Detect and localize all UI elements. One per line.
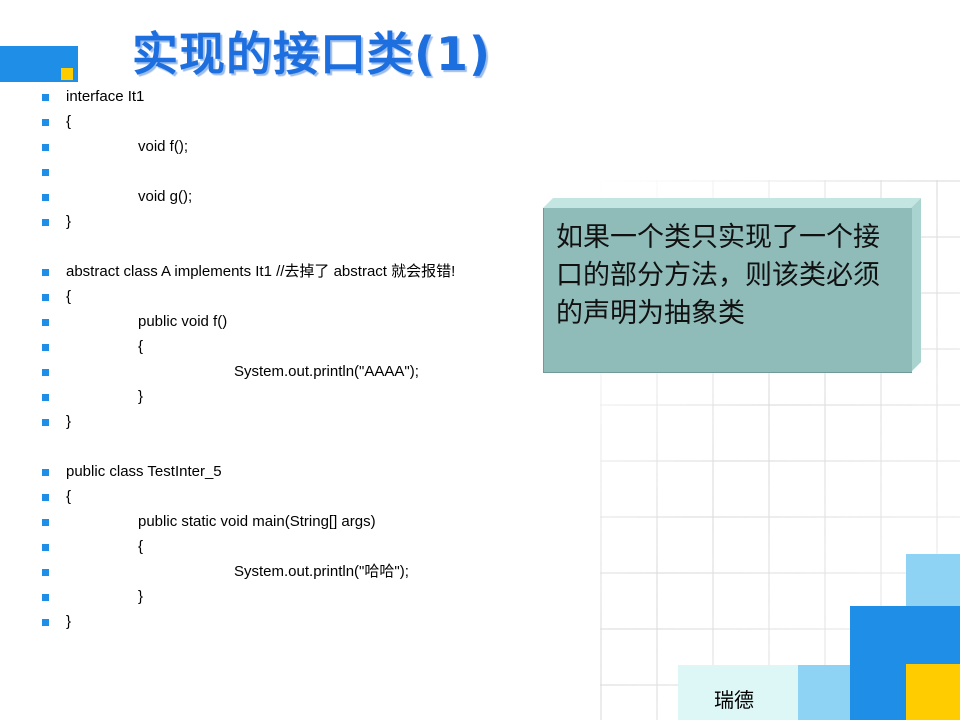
code-line: { xyxy=(0,336,540,358)
bullet-icon xyxy=(42,344,49,351)
decoration-block xyxy=(798,665,850,720)
code-line: { xyxy=(0,286,540,308)
bullet-icon xyxy=(42,169,49,176)
code-line: void g(); xyxy=(0,186,540,208)
callout-box-top-face xyxy=(543,198,921,208)
bullet-icon xyxy=(42,394,49,401)
code-line: public void f() xyxy=(0,311,540,333)
code-line-text: { xyxy=(66,288,72,305)
bullet-icon xyxy=(42,519,49,526)
bullet-icon xyxy=(42,544,49,551)
code-line-text: System.out.println("哈哈"); xyxy=(234,563,409,580)
code-line: public class TestInter_5 xyxy=(0,461,540,483)
callout-text: 如果一个类只实现了一个接口的部分方法，则该类必须的声明为抽象类 xyxy=(556,222,880,329)
code-line: { xyxy=(0,486,540,508)
bullet-icon xyxy=(42,569,49,576)
slide: 实现的接口类(1) interface It1 { void f(); void… xyxy=(0,0,960,720)
code-line-text: { xyxy=(66,488,72,505)
code-line: { xyxy=(0,536,540,558)
callout-box-side-face xyxy=(911,198,921,372)
bullet-icon xyxy=(42,119,49,126)
code-line-text: System.out.println("AAAA"); xyxy=(234,363,419,380)
code-line-text: } xyxy=(66,613,72,630)
code-line: abstract class A implements It1 //去掉了 ab… xyxy=(0,261,540,283)
bullet-icon xyxy=(42,369,49,376)
bullet-icon xyxy=(42,269,49,276)
code-line-text: public static void main(String[] args) xyxy=(138,513,376,530)
bullet-icon xyxy=(42,319,49,326)
code-line-text: void f(); xyxy=(138,138,189,155)
bullet-icon xyxy=(42,94,49,101)
bullet-icon xyxy=(42,194,49,201)
bullet-icon xyxy=(42,294,49,301)
code-line-text: } xyxy=(66,213,72,230)
code-line: } xyxy=(0,211,540,233)
code-line: System.out.println("AAAA"); xyxy=(0,361,540,383)
code-line xyxy=(0,161,540,183)
bullet-icon xyxy=(42,619,49,626)
footer-label: 瑞德 xyxy=(714,688,754,712)
bullet-icon xyxy=(42,594,49,601)
code-line: } xyxy=(0,411,540,433)
bullet-icon xyxy=(42,144,49,151)
bullet-icon xyxy=(42,469,49,476)
code-line-text: { xyxy=(66,113,72,130)
code-line: } xyxy=(0,586,540,608)
code-line: System.out.println("哈哈"); xyxy=(0,561,540,583)
code-line: void f(); xyxy=(0,136,540,158)
code-line: } xyxy=(0,611,540,633)
code-line-text: { xyxy=(138,538,144,555)
code-line-text: public class TestInter_5 xyxy=(66,463,222,480)
bullet-icon xyxy=(42,494,49,501)
code-line-text: } xyxy=(138,588,144,605)
decoration-block xyxy=(906,664,960,720)
code-line: interface It1 xyxy=(0,86,540,108)
code-line-text: abstract class A implements It1 //去掉了 ab… xyxy=(66,263,456,280)
slide-title: 实现的接口类(1) xyxy=(132,27,492,81)
code-line-text: { xyxy=(138,338,144,355)
corner-decoration-square xyxy=(61,68,73,80)
bullet-icon xyxy=(42,219,49,226)
code-line: public static void main(String[] args) xyxy=(0,511,540,533)
code-line-text: } xyxy=(66,413,72,430)
code-line-text: interface It1 xyxy=(66,88,145,105)
code-line-text: } xyxy=(138,388,144,405)
bullet-icon xyxy=(42,419,49,426)
code-line: } xyxy=(0,386,540,408)
decoration-block xyxy=(906,554,960,606)
code-line-text: void g(); xyxy=(138,188,193,205)
code-line-text: public void f() xyxy=(138,313,228,330)
code-line: { xyxy=(0,111,540,133)
